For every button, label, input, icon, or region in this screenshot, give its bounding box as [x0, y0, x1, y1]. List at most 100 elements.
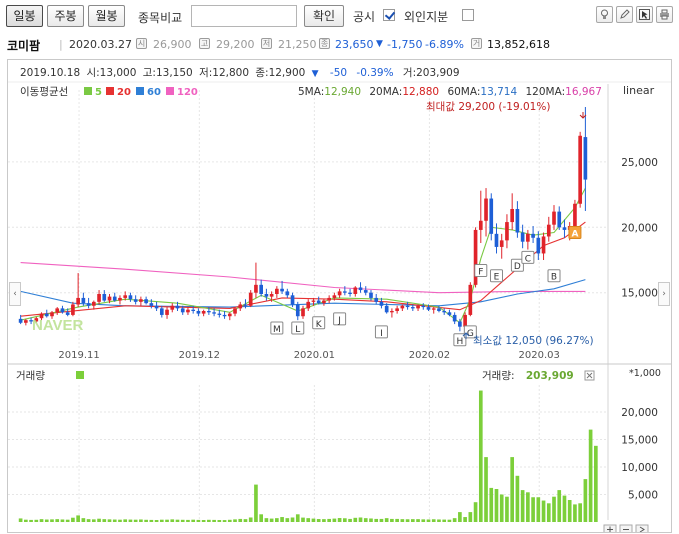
volume-bar	[327, 518, 331, 522]
candle-body	[243, 304, 248, 306]
volume-bar	[170, 519, 175, 522]
volume-bar	[531, 497, 535, 522]
tab-daily[interactable]: 일봉	[6, 5, 43, 27]
foreign-ownership-checkbox[interactable]	[462, 9, 474, 21]
volume-bar	[275, 518, 279, 522]
print-icon[interactable]	[656, 6, 673, 23]
volume-tick-label: 10,000	[621, 462, 658, 474]
event-marker-label: C	[525, 254, 531, 264]
top-toolbar: 일봉 주봉 월봉 종목비교 확인 공시 외인지분	[0, 0, 679, 32]
candle-body	[102, 294, 107, 301]
volume-bar	[369, 518, 373, 522]
min-value-label: 최소값 12,050 (96.27%)	[473, 335, 594, 347]
event-marker-label: A	[571, 230, 578, 240]
ma-legend-swatch	[84, 87, 92, 95]
ma-legend-swatch	[166, 87, 174, 95]
ma-legend-label: 5	[95, 87, 102, 98]
volume-bar	[484, 457, 488, 522]
scroll-right-arrow[interactable]: ›	[658, 282, 670, 306]
close-price-icon: 종	[319, 38, 330, 49]
candle-body	[290, 295, 295, 305]
volume-bar	[536, 497, 541, 522]
volume-bar	[322, 519, 326, 522]
volume-bar	[186, 519, 190, 522]
volume-bar	[515, 475, 520, 522]
volume-bar	[311, 518, 316, 522]
event-marker-label: D	[514, 262, 521, 272]
open-price: 26,900	[153, 38, 192, 51]
candle-body	[510, 209, 515, 223]
candle-body	[254, 284, 258, 293]
candle-body	[149, 303, 154, 306]
volume-bar	[489, 487, 494, 522]
candle-body	[139, 299, 143, 302]
event-marker-label: M	[273, 325, 281, 335]
volume-legend-swatch	[76, 371, 84, 379]
ma-legend-label: 20	[117, 87, 131, 98]
volume-bar	[295, 514, 300, 522]
volume-bar	[526, 492, 530, 522]
lamp-icon[interactable]	[596, 6, 613, 23]
close-icon[interactable]	[584, 370, 595, 381]
volume-bar	[337, 518, 342, 522]
event-marker-label: I	[380, 329, 383, 339]
compare-input[interactable]	[191, 5, 297, 27]
scroll-left-arrow[interactable]: ‹	[9, 282, 21, 306]
compare-label: 종목비교	[138, 11, 183, 25]
pencil-icon[interactable]	[616, 6, 633, 23]
candle-body	[65, 312, 70, 315]
candle-body	[97, 294, 101, 302]
event-marker-label: F	[478, 267, 483, 277]
volume-bar	[416, 519, 420, 522]
volume-bars	[18, 390, 598, 522]
candle-body	[578, 135, 582, 204]
candle-body	[18, 318, 23, 323]
volume-bar	[499, 494, 504, 522]
max-value-label: 최대값 29,200 (-19.01%)	[426, 101, 550, 113]
candle-body	[154, 305, 159, 309]
foreign-ownership-label: 외인지분	[404, 10, 449, 24]
event-marker-label: J	[337, 316, 341, 326]
candle-body	[478, 220, 483, 230]
event-markers: M LK JIHGFEDCBA	[270, 112, 587, 347]
volume-bar	[280, 517, 284, 522]
ma-legend-label: 120	[177, 87, 198, 98]
volume-bar	[81, 518, 86, 522]
disclosure-checkbox[interactable]	[383, 9, 395, 21]
volume-bar	[243, 519, 248, 522]
divider: |	[59, 38, 63, 51]
candle-body	[76, 297, 80, 305]
candle-body	[248, 292, 253, 306]
volume-bar	[447, 519, 452, 522]
candle-body	[447, 312, 452, 315]
volume-bar	[238, 518, 243, 522]
volume-bar	[463, 517, 467, 522]
candle-body	[44, 313, 49, 317]
event-marker-label: E	[494, 273, 500, 283]
candle-body	[123, 295, 128, 298]
volume-bar	[290, 517, 295, 522]
tab-monthly[interactable]: 월봉	[88, 5, 125, 27]
candle-body	[431, 308, 436, 310]
candle-body	[133, 299, 138, 302]
volume-bar	[546, 503, 551, 522]
low-icon: 저	[261, 38, 272, 49]
volume-bar	[34, 519, 39, 522]
volume-bar	[60, 519, 65, 522]
volume-bar	[468, 512, 473, 522]
volume-bar	[594, 445, 598, 522]
candle-body	[353, 287, 358, 294]
candle-body	[452, 314, 457, 322]
scale-mode-label[interactable]: linear	[623, 84, 655, 97]
candle-body	[86, 303, 91, 306]
tab-weekly[interactable]: 주봉	[47, 5, 84, 27]
volume-bar	[505, 496, 509, 522]
candle-body	[426, 307, 431, 310]
scroll-right-button[interactable]	[635, 524, 649, 532]
cursor-icon[interactable]	[636, 6, 653, 23]
zoom-in-button[interactable]	[603, 524, 617, 532]
chart-area[interactable]: 15,000 20,000 25,000 2019.11 2019.12 2020.01 2…	[7, 59, 672, 533]
candle-body	[536, 237, 541, 254]
confirm-button[interactable]: 확인	[304, 5, 344, 27]
zoom-out-button[interactable]	[619, 524, 633, 532]
